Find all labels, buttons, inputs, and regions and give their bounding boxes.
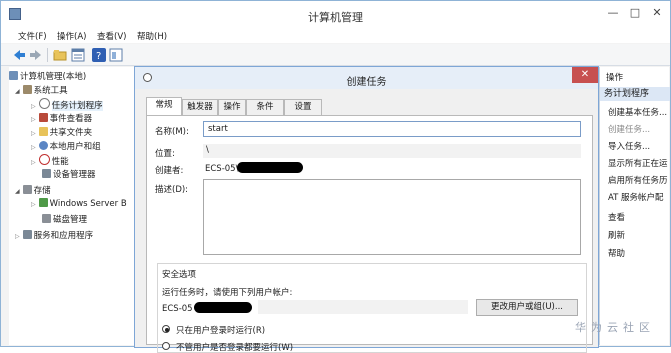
tree-item-storage[interactable]: ◢ 存储 bbox=[15, 184, 51, 196]
radio-run-whether-logged-on[interactable] bbox=[162, 342, 170, 350]
navigation-tree: 计算机管理(本地) ◢ 系统工具 ▷ 任务计划程序 ▷ 事件查看器 ▷ 共享文件夹 ▷ 本… bbox=[9, 67, 134, 345]
tree-item-performance[interactable]: ▷ 性能 bbox=[31, 154, 69, 167]
toolbar: ? bbox=[1, 44, 670, 66]
main-window: 计算机管理 — □ ✕ 文件(F) 操作(A) 查看(V) 帮助(H) ? 计算… bbox=[0, 0, 671, 353]
shared-folder-icon bbox=[38, 127, 48, 136]
help-icon[interactable]: ? bbox=[92, 48, 106, 62]
event-viewer-icon bbox=[38, 113, 48, 122]
expand-arrow-icon[interactable]: ▷ bbox=[31, 116, 36, 123]
action-refresh[interactable]: 刷新 bbox=[608, 229, 625, 241]
properties-icon[interactable] bbox=[71, 48, 85, 62]
tree-item-local-users[interactable]: ▷ 本地用户和组 bbox=[31, 140, 101, 152]
action-create-task[interactable]: 创建任务... bbox=[608, 123, 650, 135]
actions-section-header[interactable]: 务计划程序 bbox=[600, 87, 670, 101]
action-view[interactable]: 查看 bbox=[608, 211, 625, 223]
redaction-mark bbox=[237, 162, 303, 173]
description-textarea[interactable] bbox=[203, 179, 581, 255]
folder-icon[interactable] bbox=[53, 48, 67, 62]
computer-icon bbox=[9, 71, 18, 80]
location-label: 位置: bbox=[155, 149, 175, 159]
window-title: 计算机管理 bbox=[308, 11, 363, 24]
description-label: 描述(D): bbox=[155, 185, 189, 195]
security-options-title: 安全选项 bbox=[162, 270, 197, 280]
tree-item-task-scheduler[interactable]: ▷ 任务计划程序 bbox=[31, 98, 103, 111]
title-bar: 计算机管理 — □ ✕ bbox=[1, 1, 670, 29]
expand-arrow-icon[interactable]: ▷ bbox=[31, 201, 36, 208]
create-task-dialog: 创建任务 ✕ 常规 触发器 操作 条件 设置 名称(M): start 位置: … bbox=[134, 66, 599, 353]
watermark: 华为云社区 bbox=[575, 321, 655, 334]
toolbar-separator bbox=[47, 48, 48, 62]
disk-icon bbox=[42, 214, 51, 223]
services-icon bbox=[22, 230, 32, 239]
actions-header: 操作 bbox=[606, 73, 624, 83]
expand-arrow-icon[interactable]: ▷ bbox=[31, 159, 36, 166]
author-label: 创建者: bbox=[155, 166, 184, 176]
tree-item-shared-folders[interactable]: ▷ 共享文件夹 bbox=[31, 126, 92, 138]
menu-bar: 文件(F) 操作(A) 查看(V) 帮助(H) bbox=[1, 29, 670, 43]
minimize-button[interactable]: — bbox=[606, 6, 620, 20]
location-value: \ bbox=[206, 145, 209, 155]
users-icon bbox=[38, 141, 48, 150]
account-value: ECS-05 bbox=[162, 304, 193, 314]
tab-actions[interactable]: 操作 bbox=[218, 99, 246, 115]
collapse-arrow-icon[interactable]: ◢ bbox=[15, 88, 20, 95]
expand-arrow-icon[interactable]: ▷ bbox=[31, 144, 36, 151]
backup-icon bbox=[38, 198, 48, 207]
radio-run-logged-on[interactable] bbox=[162, 325, 170, 333]
action-help[interactable]: 帮助 bbox=[608, 247, 625, 259]
svg-text:?: ? bbox=[96, 51, 101, 62]
action-create-basic-task[interactable]: 创建基本任务... bbox=[608, 106, 667, 118]
menu-action[interactable]: 操作(A) bbox=[57, 30, 86, 42]
name-input[interactable]: start bbox=[203, 121, 581, 137]
tree-item-system-tools[interactable]: ◢ 系统工具 bbox=[15, 84, 68, 96]
back-arrow-icon[interactable] bbox=[12, 48, 26, 62]
maximize-button[interactable]: □ bbox=[628, 6, 642, 20]
console-icon[interactable] bbox=[109, 48, 123, 62]
action-display-running[interactable]: 显示所有正在运 bbox=[608, 157, 668, 169]
forward-arrow-icon[interactable] bbox=[29, 48, 43, 62]
storage-icon bbox=[22, 185, 32, 194]
author-value: ECS-05\ bbox=[205, 164, 239, 174]
account-field bbox=[258, 300, 468, 314]
menu-view[interactable]: 查看(V) bbox=[97, 30, 126, 42]
expand-arrow-icon[interactable]: ▷ bbox=[31, 130, 36, 137]
dialog-title: 创建任务 bbox=[346, 77, 387, 88]
tools-icon bbox=[22, 85, 32, 94]
performance-icon bbox=[38, 154, 50, 165]
close-button[interactable]: ✕ bbox=[650, 6, 664, 20]
tree-root[interactable]: 计算机管理(本地) bbox=[9, 70, 86, 82]
action-at-service-account[interactable]: AT 服务帐户配 bbox=[608, 191, 664, 203]
action-enable-history[interactable]: 启用所有任务历 bbox=[608, 174, 668, 186]
menu-file[interactable]: 文件(F) bbox=[18, 30, 47, 42]
tab-settings[interactable]: 设置 bbox=[284, 99, 322, 115]
tab-general[interactable]: 常规 bbox=[146, 97, 182, 116]
tab-triggers[interactable]: 触发器 bbox=[182, 99, 218, 115]
tree-item-device-manager[interactable]: 设备管理器 bbox=[42, 168, 96, 180]
expand-arrow-icon[interactable]: ▷ bbox=[31, 103, 36, 110]
expand-arrow-icon[interactable]: ▷ bbox=[15, 233, 20, 240]
menu-help[interactable]: 帮助(H) bbox=[137, 30, 167, 42]
action-import-task[interactable]: 导入任务... bbox=[608, 140, 650, 152]
location-value-field: \ bbox=[203, 144, 581, 158]
change-user-button[interactable]: 更改用户或组(U)... bbox=[476, 299, 578, 316]
tree-item-services-apps[interactable]: ▷ 服务和应用程序 bbox=[15, 229, 93, 241]
actions-pane: 操作 务计划程序 创建基本任务... 创建任务... 导入任务... 显示所有正… bbox=[599, 67, 670, 345]
name-label: 名称(M): bbox=[155, 127, 189, 137]
redaction-mark bbox=[194, 302, 252, 313]
tab-conditions[interactable]: 条件 bbox=[246, 99, 284, 115]
tree-item-event-viewer[interactable]: ▷ 事件查看器 bbox=[31, 112, 92, 124]
dialog-close-button[interactable]: ✕ bbox=[572, 67, 598, 83]
tree-item-windows-server-backup[interactable]: ▷ Windows Server B bbox=[31, 198, 127, 210]
device-manager-icon bbox=[42, 169, 51, 178]
clock-icon bbox=[38, 98, 50, 109]
collapse-arrow-icon[interactable]: ◢ bbox=[15, 188, 20, 195]
dialog-title-bar: 创建任务 ✕ bbox=[135, 67, 598, 89]
security-options-group: 安全选项 运行任务时，请使用下列用户帐户: ECS-05 更改用户或组(U)..… bbox=[157, 263, 587, 353]
run-as-label: 运行任务时，请使用下列用户帐户: bbox=[162, 288, 293, 298]
radio-run-whether-logged-on-label: 不管用户是否登录都要运行(W) bbox=[176, 343, 294, 353]
radio-run-logged-on-label: 只在用户登录时运行(R) bbox=[176, 326, 266, 336]
name-input-value: start bbox=[208, 124, 228, 134]
tree-item-disk-management[interactable]: 磁盘管理 bbox=[42, 213, 87, 225]
general-tab-page: 名称(M): start 位置: \ 创建者: ECS-05\ 描述(D): 安… bbox=[146, 115, 593, 353]
